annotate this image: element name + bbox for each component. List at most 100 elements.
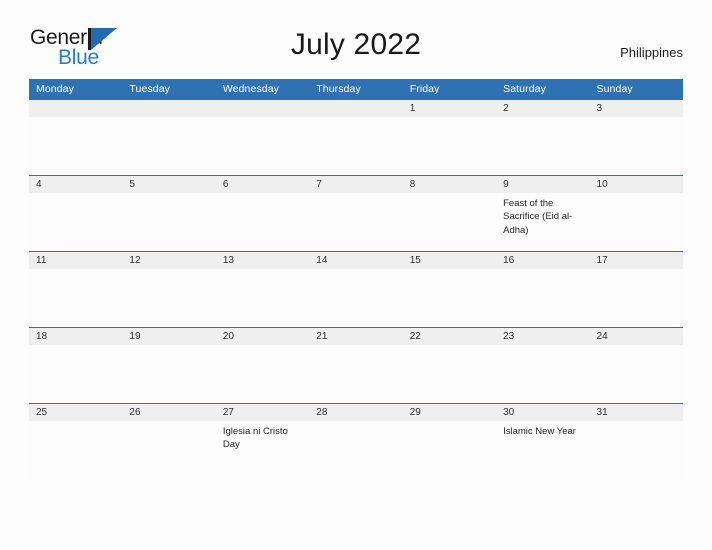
date-number[interactable]: 20: [216, 328, 309, 345]
day-cell[interactable]: [309, 421, 402, 479]
calendar-week-row: 123: [29, 100, 683, 175]
date-number[interactable]: 16: [496, 252, 589, 269]
date-number[interactable]: 24: [590, 328, 683, 345]
day-cell[interactable]: [590, 117, 683, 175]
calendar-weeks: 1 2 3 4 5 6 7 8 9 10 Feast of the Sacrifice (Eid a…: [29, 100, 683, 479]
date-number-row: 18 19 20 21 22 23 24: [29, 327, 683, 345]
date-number-empty: [29, 100, 122, 117]
day-cell[interactable]: [309, 193, 402, 251]
date-number[interactable]: 19: [122, 328, 215, 345]
day-cell[interactable]: [309, 269, 402, 327]
day-cell[interactable]: [403, 345, 496, 403]
date-number[interactable]: 23: [496, 328, 589, 345]
weekday-header-row: Monday Tuesday Wednesday Thursday Friday…: [29, 79, 683, 100]
event-row: Iglesia ni Cristo Day Islamic New Year: [29, 421, 683, 479]
day-cell[interactable]: [403, 117, 496, 175]
day-cell[interactable]: [309, 117, 402, 175]
date-number[interactable]: 6: [216, 176, 309, 193]
day-cell[interactable]: [216, 117, 309, 175]
calendar-week-row: 25 26 27 28 29 30 31 Iglesia ni Cristo Day Islam…: [29, 403, 683, 479]
date-number[interactable]: 13: [216, 252, 309, 269]
date-number-row: 11 12 13 14 15 16 17: [29, 251, 683, 269]
date-number[interactable]: 12: [122, 252, 215, 269]
date-number[interactable]: 4: [29, 176, 122, 193]
date-number[interactable]: 31: [590, 404, 683, 421]
date-number[interactable]: 26: [122, 404, 215, 421]
day-cell[interactable]: [496, 269, 589, 327]
day-cell[interactable]: [29, 117, 122, 175]
date-number[interactable]: 1: [403, 100, 496, 117]
date-number[interactable]: 30: [496, 404, 589, 421]
page-title: July 2022: [290, 28, 422, 61]
holiday-event: Feast of the Sacrifice (Eid al-Adha): [503, 198, 573, 236]
day-cell[interactable]: [122, 345, 215, 403]
weekday-wednesday: Wednesday: [222, 83, 280, 95]
day-cell[interactable]: Iglesia ni Cristo Day: [216, 421, 309, 479]
date-number[interactable]: 21: [309, 328, 402, 345]
weekday-saturday: Saturday: [503, 83, 546, 95]
date-number[interactable]: 29: [403, 404, 496, 421]
day-cell[interactable]: [29, 421, 122, 479]
page-header: General Blue July 2022 Philippines: [0, 0, 712, 68]
event-row: Feast of the Sacrifice (Eid al-Adha): [29, 193, 683, 251]
day-cell[interactable]: [122, 117, 215, 175]
day-cell[interactable]: [590, 269, 683, 327]
date-number-row: 4 5 6 7 8 9 10: [29, 175, 683, 193]
date-number[interactable]: 22: [403, 328, 496, 345]
day-cell[interactable]: Islamic New Year: [496, 421, 589, 479]
date-number[interactable]: 9: [496, 176, 589, 193]
date-number[interactable]: 27: [216, 404, 309, 421]
date-number[interactable]: 7: [309, 176, 402, 193]
date-number[interactable]: 15: [403, 252, 496, 269]
weekday-thursday: Thursday: [316, 83, 361, 95]
weekday-monday: Monday: [36, 83, 74, 95]
date-number[interactable]: 5: [122, 176, 215, 193]
date-number[interactable]: 25: [29, 404, 122, 421]
day-cell[interactable]: [309, 345, 402, 403]
date-number[interactable]: 14: [309, 252, 402, 269]
day-cell[interactable]: [496, 117, 589, 175]
day-cell[interactable]: [29, 345, 122, 403]
day-cell[interactable]: [403, 421, 496, 479]
day-cell[interactable]: [122, 421, 215, 479]
day-cell[interactable]: [403, 193, 496, 251]
country-label: Philippines: [620, 45, 683, 60]
holiday-event: Islamic New Year: [503, 426, 576, 437]
day-cell[interactable]: [403, 269, 496, 327]
date-number-row: 25 26 27 28 29 30 31: [29, 403, 683, 421]
calendar-page: General Blue July 2022 Philippines Monda…: [0, 0, 712, 550]
day-cell[interactable]: [122, 269, 215, 327]
date-number[interactable]: 17: [590, 252, 683, 269]
event-row: [29, 345, 683, 403]
event-row: [29, 269, 683, 327]
date-number[interactable]: 18: [29, 328, 122, 345]
day-cell[interactable]: [122, 193, 215, 251]
day-cell[interactable]: [216, 345, 309, 403]
event-row: [29, 117, 683, 175]
calendar-week-row: 18 19 20 21 22 23 24: [29, 327, 683, 403]
day-cell[interactable]: [29, 269, 122, 327]
date-number-empty: [216, 100, 309, 117]
day-cell[interactable]: [496, 345, 589, 403]
day-cell[interactable]: [590, 193, 683, 251]
date-number[interactable]: 28: [309, 404, 402, 421]
holiday-event: Iglesia ni Cristo Day: [222, 426, 288, 451]
date-number[interactable]: 10: [590, 176, 683, 193]
weekday-friday: Friday: [409, 83, 440, 95]
date-number-empty: [309, 100, 402, 117]
day-cell[interactable]: [29, 193, 122, 251]
day-cell[interactable]: [590, 421, 683, 479]
date-number[interactable]: 11: [29, 252, 122, 269]
date-number[interactable]: 8: [403, 176, 496, 193]
day-cell[interactable]: [216, 193, 309, 251]
day-cell[interactable]: [590, 345, 683, 403]
date-number[interactable]: 3: [590, 100, 683, 117]
weekday-sunday: Sunday: [596, 83, 633, 95]
calendar-grid: Monday Tuesday Wednesday Thursday Friday…: [29, 79, 683, 479]
day-cell[interactable]: Feast of the Sacrifice (Eid al-Adha): [496, 193, 589, 251]
day-cell[interactable]: [216, 269, 309, 327]
calendar-week-row: 4 5 6 7 8 9 10 Feast of the Sacrifice (Eid al-A…: [29, 175, 683, 251]
calendar-week-row: 11 12 13 14 15 16 17: [29, 251, 683, 327]
date-number[interactable]: 2: [496, 100, 589, 117]
date-number-empty: [122, 100, 215, 117]
